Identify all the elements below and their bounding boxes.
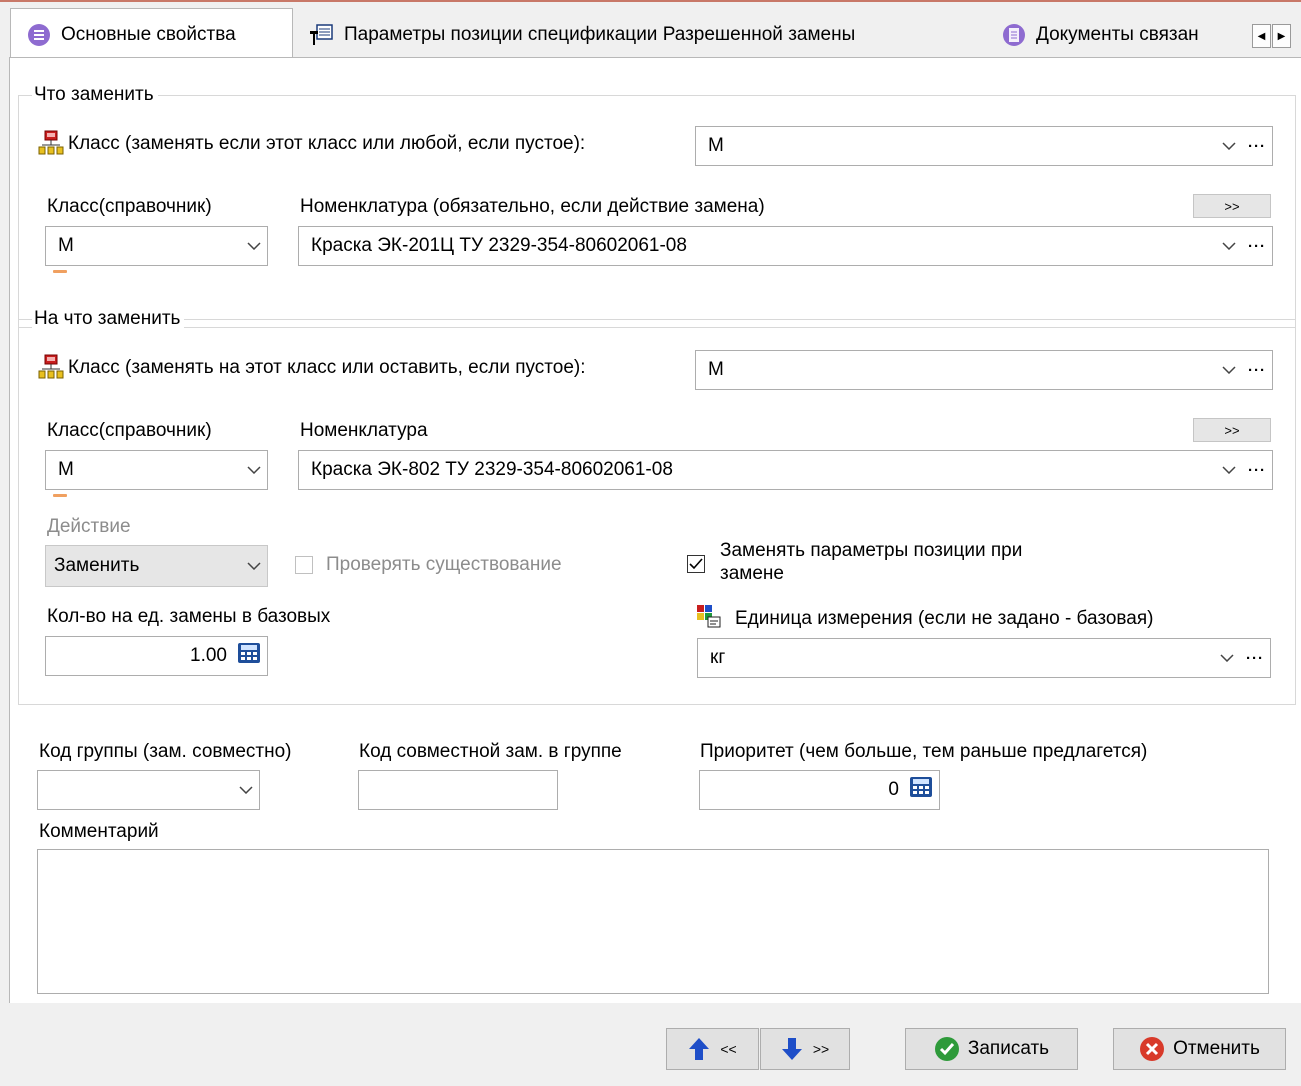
replace-params-label: Заменять параметры позиции при замене [720,539,1120,581]
next-record-button[interactable]: >> [760,1028,850,1070]
unit-combobox[interactable]: кг ··· [697,638,1271,678]
priority-value: 0 [888,779,899,800]
chevron-down-icon[interactable] [241,562,267,570]
list-circle-icon [27,23,51,47]
tab-scroll-right-button[interactable]: ▶ [1272,24,1291,48]
with-ref-class-label: Класс(справочник) [47,420,212,441]
qty-value: 1.00 [190,645,227,666]
class-tree-icon [38,354,64,386]
joint-code-input[interactable] [358,770,558,810]
tab-scroll-left-button[interactable]: ◀ [1252,24,1271,48]
group-code-label: Код группы (зам. совместно) [39,741,292,762]
what-ref-class-value: М [58,235,74,256]
cancel-button[interactable]: Отменить [1113,1028,1286,1070]
what-class-value: М [708,135,724,156]
arrow-up-icon [688,1037,710,1061]
ellipsis-button[interactable]: ··· [1242,362,1272,379]
checkmark-icon [689,558,703,570]
cancel-label: Отменить [1173,1038,1260,1059]
what-ref-class-label: Класс(справочник) [47,196,212,217]
with-ref-class-value: М [58,459,74,480]
with-nomenclature-combobox[interactable]: Краска ЭК-802 ТУ 2329-354-80602061-08 ··… [298,450,1273,490]
what-nomenclature-value: Краска ЭК-201Ц ТУ 2329-354-80602061-08 [311,235,687,256]
joint-code-label: Код совместной зам. в группе [359,741,622,762]
chevron-down-icon[interactable] [1216,366,1242,374]
ellipsis-button[interactable]: ··· [1242,462,1272,479]
tab-main-properties[interactable]: Основные свойства [10,8,293,60]
comment-textarea[interactable] [37,849,1269,994]
tab-related-documents[interactable]: Документы связан [1002,12,1240,58]
what-class-combobox[interactable]: М ··· [695,126,1273,166]
class-tree-icon [38,130,64,162]
table-pin-icon [308,23,334,47]
replace-params-label-line1: Заменять параметры позиции при [720,540,1023,561]
what-class-label: Класс (заменять если этот класс или любо… [68,133,586,154]
checkmark-circle-icon [934,1036,960,1062]
chevron-down-icon[interactable] [1216,142,1242,150]
ellipsis-button[interactable]: ··· [1240,650,1270,667]
tab-bar: Основные свойства Параметры позиции спец… [0,2,1301,60]
qty-input[interactable]: 1.00 [45,636,268,676]
action-combobox[interactable]: Заменить [45,545,268,587]
what-nomenclature-combobox[interactable]: Краска ЭК-201Ц ТУ 2329-354-80602061-08 ·… [298,226,1273,266]
next-label: >> [812,1041,830,1057]
what-nomenclature-more-button[interactable]: >> [1193,194,1271,218]
chevron-down-icon[interactable] [233,786,259,794]
ellipsis-button[interactable]: ··· [1242,138,1272,155]
what-nomenclature-label: Номенклатура (обязательно, если действие… [300,196,765,217]
arrow-down-icon [781,1037,803,1061]
chevron-down-icon[interactable] [1216,466,1242,474]
with-nomenclature-more-button[interactable]: >> [1193,418,1271,442]
priority-input[interactable]: 0 [699,770,940,810]
unit-value: кг [710,647,726,668]
required-marker [53,494,67,497]
comment-label: Комментарий [39,821,159,842]
action-label: Действие [47,516,131,537]
what-replace-legend: Что заменить [32,84,158,106]
with-nomenclature-label: Номенклатура [300,420,428,441]
save-label: Записать [967,1038,1050,1059]
document-circle-icon [1002,23,1026,47]
qty-label: Кол-во на ед. замены в базовых [47,606,331,627]
chevron-down-icon[interactable] [1214,654,1240,662]
unit-label: Единица измерения (если не задано - базо… [735,608,1154,629]
tab-spec-params[interactable]: Параметры позиции спецификации Разрешенн… [308,12,855,58]
with-class-label: Класс (заменять на этот класс или остави… [68,357,586,378]
prev-record-button[interactable]: << [666,1028,759,1070]
priority-label: Приоритет (чем больше, тем раньше предла… [700,741,1148,762]
calculator-icon[interactable] [909,776,933,804]
chevron-down-icon[interactable] [241,466,267,474]
what-ref-class-combobox[interactable]: М [45,226,268,266]
with-nomenclature-value: Краска ЭК-802 ТУ 2329-354-80602061-08 [311,459,673,480]
tab-label: Основные свойства [61,23,236,45]
chevron-down-icon[interactable] [1216,242,1242,250]
action-value: Заменить [54,555,140,576]
save-button[interactable]: Записать [905,1028,1078,1070]
group-code-combobox[interactable] [37,770,260,810]
with-class-value: М [708,359,724,380]
calculator-icon[interactable] [237,642,261,670]
close-circle-icon [1139,1036,1165,1062]
form-panel: Что заменить Класс (заменять если этот к… [9,57,1301,1003]
required-marker [53,270,67,273]
chevron-down-icon[interactable] [241,242,267,250]
prev-label: << [720,1041,737,1057]
with-ref-class-combobox[interactable]: М [45,450,268,490]
replace-params-checkbox[interactable] [687,555,705,573]
check-exists-label: Проверять существование [326,554,562,575]
replace-with-legend: На что заменить [32,308,185,330]
unit-measure-icon [696,603,722,635]
replace-params-label-line2: замене [720,563,784,581]
tab-label: Параметры позиции спецификации Разрешенн… [344,24,856,45]
tab-label: Документы связан [1036,24,1199,45]
check-exists-checkbox[interactable] [295,556,313,574]
with-class-combobox[interactable]: М ··· [695,350,1273,390]
ellipsis-button[interactable]: ··· [1242,238,1272,255]
